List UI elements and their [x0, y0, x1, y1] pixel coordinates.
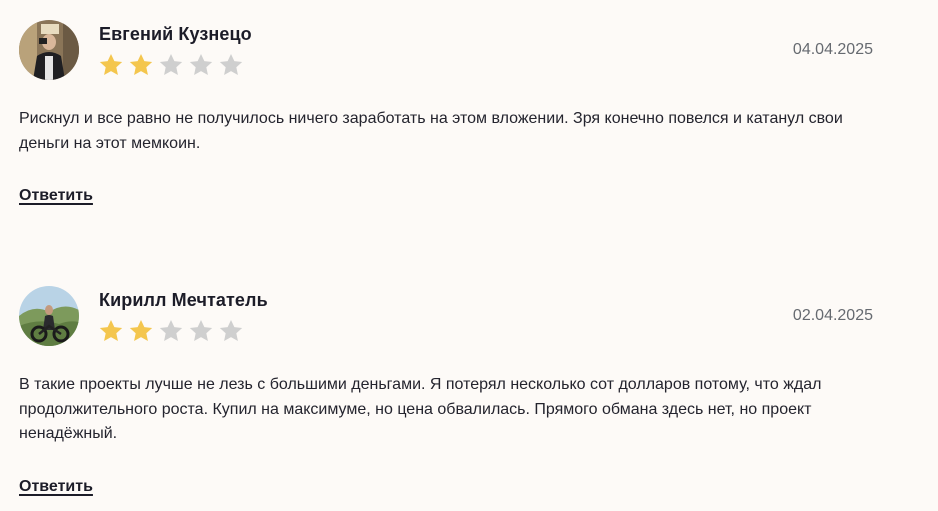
avatar: [19, 286, 79, 346]
star-rating: [98, 318, 244, 344]
reply-button[interactable]: Ответить: [19, 478, 93, 496]
author-name: Кирилл Мечтатель: [99, 290, 268, 310]
review-text: Рискнул и все равно не получилось ничего…: [19, 110, 843, 152]
star-rating: [98, 52, 244, 78]
star-empty-icon: [189, 53, 213, 75]
author-name: Евгений Кузнецо: [99, 24, 252, 44]
star-empty-icon: [159, 319, 183, 341]
review-text: В такие проекты лучше не лезь с большими…: [19, 376, 822, 442]
star-empty-icon: [159, 53, 183, 75]
reply-button[interactable]: Ответить: [19, 187, 93, 205]
star-filled-icon: [99, 319, 123, 341]
star-empty-icon: [189, 319, 213, 341]
star-filled-icon: [129, 53, 153, 75]
review-date: 02.04.2025: [792, 307, 873, 324]
avatar: [19, 20, 79, 80]
user-photo-icon: [19, 20, 79, 80]
star-filled-icon: [99, 53, 123, 75]
star-filled-icon: [129, 319, 153, 341]
star-empty-icon: [219, 53, 243, 75]
review-date: 04.04.2025: [792, 41, 873, 58]
user-photo-icon: [19, 286, 79, 346]
star-empty-icon: [219, 319, 243, 341]
